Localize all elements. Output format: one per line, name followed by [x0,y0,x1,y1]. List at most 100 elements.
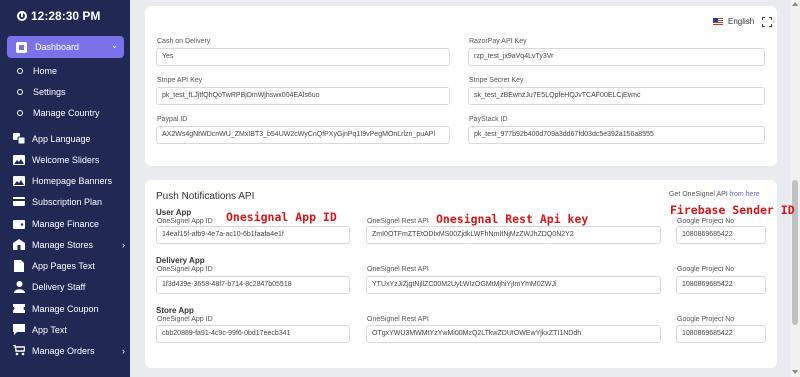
rest-api-label: OneSignel Rest API [367,266,429,273]
chevron-right-icon: › [122,239,125,250]
scrollbar-thumb[interactable] [792,180,798,325]
annotation-app-id: Onesignal App ID [226,210,337,224]
stripe-api-field[interactable]: pk_test_fLJjtfQhQoTwRPBjDmWjhswx004EAls6… [156,87,450,105]
sidebar-item-manage-stores[interactable]: Manage Stores › [13,239,125,250]
paystack-label: PayStack ID [469,116,508,123]
image-icon [13,154,25,165]
user-rest-api-field[interactable]: ZmI0OTFmZTEtODIxMS00ZjdkLWFhNmItNjMzZWJh… [366,226,661,244]
language-selector[interactable]: English [713,17,754,26]
sidebar-item-label: Manage Coupon [32,303,99,314]
app-id-label: OneSignel App ID [157,266,213,273]
project-no-label: Google Project No [677,218,735,225]
project-no-label: Google Project No [677,316,735,323]
sidebar-item-homepage-banners[interactable]: Homepage Banners [13,175,125,186]
sidebar-subitem-settings[interactable]: Settings [17,87,66,97]
ticket-icon [13,303,25,314]
sidebar-item-manage-orders[interactable]: Manage Orders › [13,345,125,356]
chat-icon [13,324,25,335]
section-title-delivery-app: Delivery App [156,256,205,265]
sidebar-subitem-home[interactable]: Home [17,66,57,76]
section-title-user-app: User App [156,208,192,217]
scroll-down-icon[interactable] [792,370,798,374]
sidebar-item-label: App Language [32,133,91,144]
clock-time: 12:28:30 PM [31,9,101,23]
from-here-link[interactable]: from here [730,191,760,198]
user-app-id-field[interactable]: 14eaf15f-afb9-4e7a-ac10-6b1faafa4e1f [156,226,350,244]
razorpay-field[interactable]: rzp_test_jx9aVq4LvTy3Vr [468,48,765,66]
get-onesignal-text: Get OneSignel API from here [669,191,760,198]
circle-icon [17,68,23,74]
sidebar-item-app-language[interactable]: App Language [13,133,125,144]
sidebar-item-app-text[interactable]: App Text [13,324,125,335]
sidebar-item-label: Delivery Staff [32,281,86,292]
stripe-api-label: Stripe API Key [157,77,203,84]
sidebar-item-label: Homepage Banners [32,175,113,186]
stripe-secret-label: Stripe Secret Key [469,77,524,84]
sidebar-item-app-pages-text[interactable]: App Pages Text [13,259,125,272]
us-flag-icon [713,18,723,25]
stripe-secret-field[interactable]: sk_test_zBEwnzJu7E5LQpfeHQJvTCAF00ELCjEv… [468,87,765,105]
cart-icon [13,345,25,356]
store-project-no-field[interactable]: 1080869685422 [676,325,766,343]
translate-icon [13,133,25,144]
dashboard-icon [15,41,27,53]
paystack-field[interactable]: pk_test_977b92b400d709a3dd67fd03dc5e392a… [468,126,765,144]
language-label: English [728,17,755,26]
sidebar-item-label: Manage Country [33,108,100,118]
circle-icon [17,110,23,116]
sidebar-item-label: App Pages Text [32,260,95,271]
sidebar-item-label: Subscription Plan [32,196,103,207]
chevron-right-icon: › [122,345,125,356]
delivery-rest-api-field[interactable]: YTUxYzJiZjgtNjllZC00M2UyLWIzOGMtMjhiYjIm… [366,276,661,294]
delivery-app-id-field[interactable]: 1f3d439e-3658-48f7-b714-8c2847b05518 [156,276,350,294]
get-onesignal-label: Get OneSignel API [669,191,728,198]
cod-label: Cash on Delivery [157,38,211,45]
app-id-label: OneSignel App ID [157,218,213,225]
credit-card-icon [13,196,25,207]
file-icon [13,259,25,272]
rest-api-label: OneSignel Rest API [367,316,429,323]
wallet-icon [13,218,25,229]
sidebar-item-welcome-sliders[interactable]: Welcome Sliders [13,154,125,165]
paypal-label: Paypal ID [157,116,188,123]
sidebar-subitem-manage-country[interactable]: Manage Country [17,108,100,118]
paypal-field[interactable]: AX2Ws4gNtWDcnWU_ZMxIBT3_b54UW2cWyCnQfPXy… [156,126,450,144]
user-project-no-field[interactable]: 1080869685422 [676,226,766,244]
sidebar-item-label: Manage Orders [32,345,95,356]
sidebar-item-manage-finance[interactable]: Manage Finance [13,218,125,229]
store-app-id-field[interactable]: cbb20889-fa91-4c9c-99f6-0bd17eecb341 [156,325,350,343]
sidebar-item-delivery-staff[interactable]: Delivery Staff [13,280,125,293]
section-title-store-app: Store App [156,306,194,315]
sidebar: 12:28:30 PM Dashboard ⌄ Home Settings Ma… [0,0,130,377]
sidebar-item-label: Manage Stores [32,239,94,250]
image-icon [13,175,25,186]
card-title: Push Notifications API [156,191,255,202]
sidebar-item-subscription-plan[interactable]: Subscription Plan [13,196,125,207]
scroll-up-icon[interactable] [792,2,798,6]
user-icon [13,280,25,293]
project-no-label: Google Project No [677,266,735,273]
chevron-down-icon: ⌄ [111,41,118,50]
scrollbar[interactable] [790,0,800,377]
annotation-sender-id: Firebase Sender ID [670,203,795,217]
sidebar-item-label: Welcome Sliders [32,154,100,165]
store-icon [13,239,25,250]
sidebar-item-label: App Text [32,324,67,335]
delivery-project-no-field[interactable]: 1080869685422 [676,276,766,294]
store-rest-api-field[interactable]: OTgxYWU3MWMtYzYwMi00MzQ2LTkwZDUtOWEwYjkx… [366,325,661,343]
app-id-label: OneSignel App ID [157,316,213,323]
sidebar-item-dashboard[interactable]: Dashboard ⌄ [7,36,124,58]
clock-icon [17,11,27,21]
sidebar-item-label: Settings [33,87,66,97]
cod-field[interactable]: Yes [156,48,450,66]
razorpay-label: RazorPay API Key [469,38,527,45]
fullscreen-icon[interactable] [762,17,772,27]
sidebar-item-label: Dashboard [35,42,80,52]
rest-api-label: OneSignel Rest API [367,218,429,225]
sidebar-item-manage-coupon[interactable]: Manage Coupon [13,303,125,314]
circle-icon [17,89,23,95]
annotation-rest-api: Onesignal Rest Api key [436,212,589,226]
sidebar-item-label: Home [33,66,58,76]
clock: 12:28:30 PM [17,9,100,23]
sidebar-item-label: Manage Finance [32,218,100,229]
